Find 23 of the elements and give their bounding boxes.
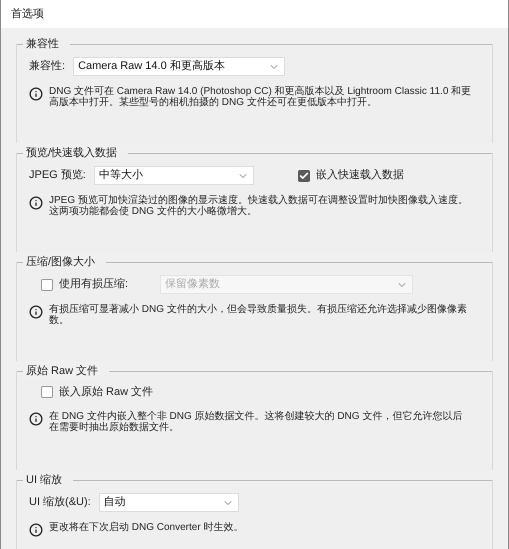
info-icon	[29, 305, 43, 319]
checkbox[interactable]	[298, 170, 310, 182]
info-text: 有损压缩可显著减小 DNG 文件的大小，但会导致质量损失。有损压缩还允许选择减少图像像素数。	[49, 304, 468, 326]
info-text: JPEG 预览可加快渲染过的图像的显示速度。快速载入数据可在调整设置时加快图像载入速度。这两项功能都会使 DNG 文件的大小略微增大。	[49, 195, 469, 217]
info-icon	[29, 196, 43, 210]
info-text: 在 DNG 文件内嵌入整个非 DNG 原始数据文件。这将创建较大的 DNG 文件，但它允许您以后在需要时抽出原始数据文件。	[49, 410, 464, 432]
info-text: DNG 文件可在 Camera Raw 14.0 (Photoshop CC) 和更高版本以及 Lightroom Classic 11.0 和更高版本中打开。某些型号的相机拍摄的 DNG 文件还可在更低版本中打开。	[49, 86, 472, 108]
checkbox-label: 使用有损压缩:	[59, 276, 128, 292]
window-title: 首选项	[11, 6, 44, 22]
checkbox[interactable]	[41, 386, 53, 398]
dropdown[interactable]: Camera Raw 14.0 和更高版本	[73, 57, 286, 76]
checkbox-label: 嵌入原始 Raw 文件	[59, 384, 154, 400]
info-icon	[29, 412, 43, 426]
field-label: 兼容性:	[29, 58, 66, 74]
info-icon	[29, 523, 43, 537]
checkbox-label: 嵌入快速载入数据	[316, 168, 404, 184]
checkbox[interactable]	[41, 278, 53, 290]
info-icon	[29, 87, 43, 101]
field-label: UI 缩放(&U):	[29, 494, 91, 510]
dropdown[interactable]: 中等大小	[94, 166, 254, 185]
info-text: 更改将在下次启动 DNG Converter 时生效。	[49, 522, 244, 533]
dropdown[interactable]: 自动	[98, 493, 239, 512]
field-label: JPEG 预览:	[29, 168, 86, 184]
